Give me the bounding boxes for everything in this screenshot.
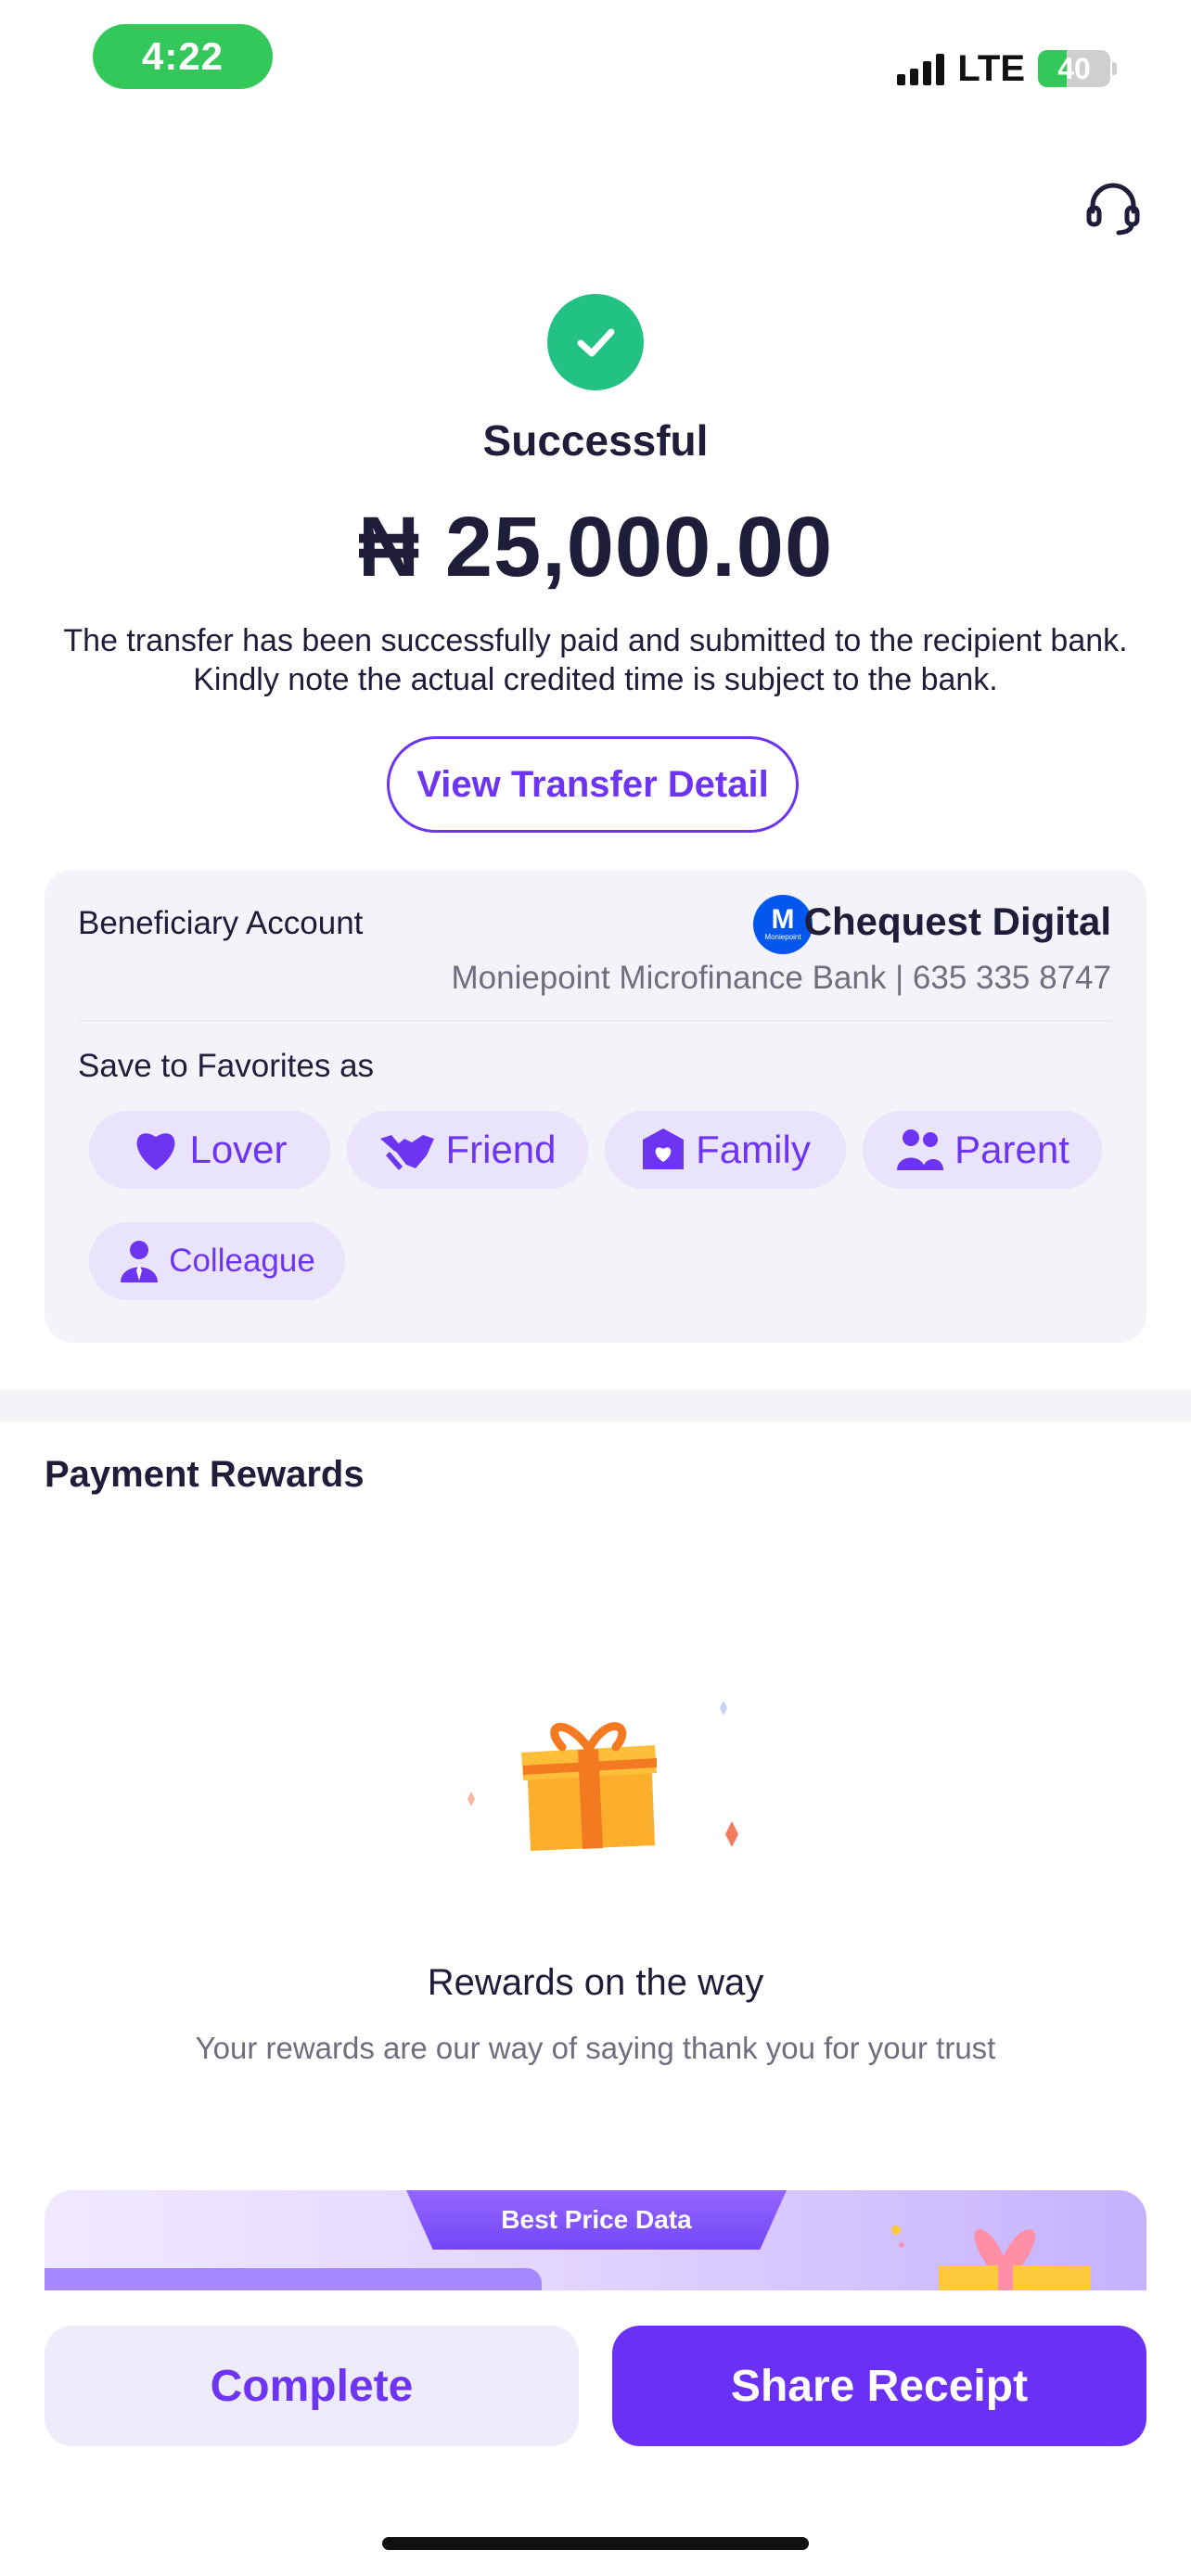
- cellular-signal-icon: [897, 52, 945, 85]
- check-icon: [547, 294, 644, 390]
- beneficiary-bank-details: Moniepoint Microfinance Bank | 635 335 8…: [451, 960, 1111, 996]
- favorite-chip-parent[interactable]: Parent: [863, 1111, 1102, 1189]
- status-message: The transfer has been successfully paid …: [63, 623, 1128, 697]
- bank-logo-subtext: Moniepoint: [764, 933, 801, 941]
- battery-percent: 40: [1057, 51, 1091, 85]
- heart-icon: [132, 1128, 180, 1172]
- network-type: LTE: [957, 47, 1025, 89]
- status-indicators: LTE 40: [897, 43, 1117, 95]
- chip-label: Parent: [954, 1128, 1069, 1171]
- section-separator: [0, 1389, 1191, 1422]
- handshake-icon: [378, 1128, 436, 1172]
- rewards-heading: Rewards on the way: [427, 1962, 764, 2003]
- card-divider: [78, 1020, 1111, 1022]
- chip-label: Colleague: [169, 1243, 315, 1279]
- battery-icon: 40: [1038, 50, 1110, 87]
- favorite-chip-family[interactable]: Family: [605, 1111, 846, 1189]
- people-icon: [895, 1128, 945, 1172]
- view-transfer-detail-button[interactable]: View Transfer Detail: [387, 736, 799, 833]
- transfer-amount: ₦ 25,000.00: [357, 500, 834, 594]
- home-heart-icon: [640, 1127, 686, 1173]
- favorite-chip-lover[interactable]: Lover: [89, 1111, 330, 1189]
- beneficiary-name: Chequest Digital: [803, 899, 1111, 943]
- favorite-chip-friend[interactable]: Friend: [347, 1111, 588, 1189]
- rewards-subtitle: Your rewards are our way of saying thank…: [195, 2031, 996, 2065]
- chip-label: Lover: [189, 1128, 288, 1171]
- promo-gift-icon: [883, 2221, 1096, 2295]
- chip-label: Family: [696, 1128, 811, 1171]
- bank-logo-letter: M: [771, 904, 795, 935]
- favorites-label: Save to Favorites as: [78, 1048, 375, 1084]
- share-receipt-button[interactable]: Share Receipt: [612, 2326, 1146, 2446]
- promo-tab: Best Price Data: [406, 2190, 787, 2250]
- status-time: 4:22: [93, 24, 273, 89]
- chip-label: Friend: [445, 1128, 557, 1171]
- battery-nub: [1112, 62, 1117, 75]
- home-indicator[interactable]: [382, 2537, 809, 2550]
- complete-button[interactable]: Complete: [45, 2326, 579, 2446]
- person-tie-icon: [119, 1240, 160, 1282]
- status-title: Successful: [482, 416, 709, 465]
- gift-icon: [445, 1697, 761, 1882]
- headset-icon[interactable]: [1083, 178, 1143, 237]
- payment-rewards-title: Payment Rewards: [45, 1454, 365, 1495]
- beneficiary-label: Beneficiary Account: [78, 905, 364, 941]
- favorite-chip-colleague[interactable]: Colleague: [89, 1222, 345, 1300]
